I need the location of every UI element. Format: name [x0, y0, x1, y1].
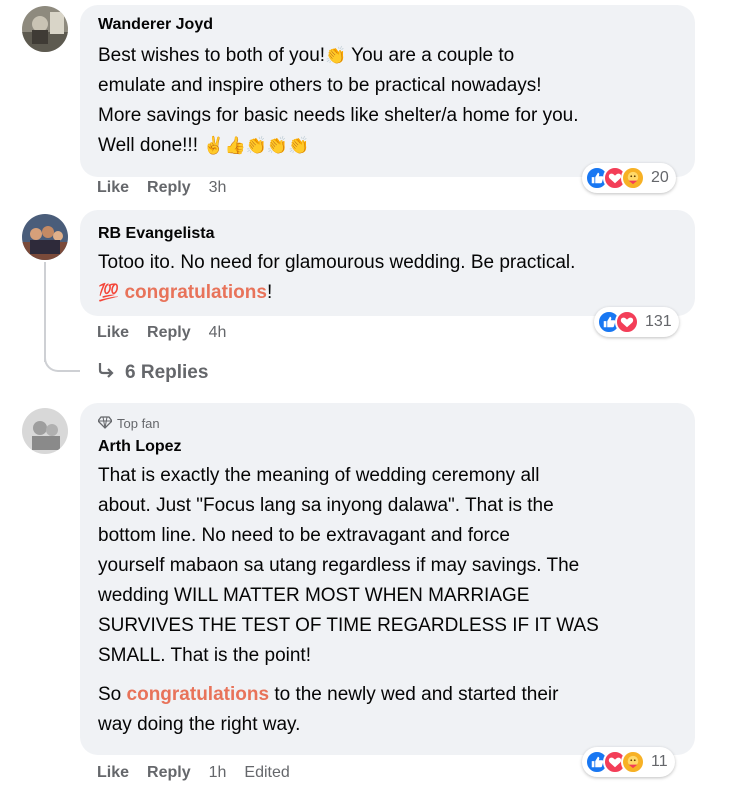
- thumbs-up-icon: 👍: [224, 136, 246, 156]
- victory-hand-icon: ✌: [203, 136, 225, 156]
- care-icon: [621, 166, 645, 190]
- comment-author[interactable]: Wanderer Joyd: [98, 15, 677, 35]
- reaction-summary[interactable]: 20: [582, 163, 676, 193]
- reply-button[interactable]: Reply: [147, 324, 191, 342]
- love-icon: [615, 310, 639, 334]
- view-replies-button[interactable]: 6 Replies: [97, 361, 208, 385]
- comment-timestamp[interactable]: 1h: [209, 764, 227, 782]
- reaction-summary[interactable]: 131: [594, 307, 679, 337]
- replies-count-label: 6 Replies: [125, 362, 209, 383]
- comment-text: That is exactly the meaning of wedding c…: [98, 465, 599, 735]
- avatar[interactable]: [22, 408, 68, 454]
- like-button[interactable]: Like: [97, 324, 129, 342]
- comment-bubble: RB Evangelista Totoo ito. No need for gl…: [80, 210, 695, 316]
- comment-actions: Like Reply 4h: [97, 324, 226, 342]
- reaction-count: 20: [651, 169, 669, 186]
- comment-text: Totoo ito. No need for glamourous weddin…: [98, 252, 576, 303]
- hundred-points-icon: 💯: [98, 283, 120, 303]
- clapping-hands-icon: 👏: [325, 46, 347, 66]
- comment-author[interactable]: Arth Lopez: [98, 437, 677, 457]
- top-fan-badge: Top fan: [97, 415, 677, 433]
- reaction-summary[interactable]: 11: [582, 747, 675, 777]
- diamond-icon: [97, 415, 113, 433]
- avatar[interactable]: [22, 6, 68, 52]
- comment-author[interactable]: RB Evangelista: [98, 224, 677, 244]
- highlighted-word: congratulations: [124, 282, 267, 303]
- reply-button[interactable]: Reply: [147, 764, 191, 782]
- edited-label: Edited: [244, 764, 290, 781]
- reply-button[interactable]: Reply: [147, 179, 191, 197]
- like-button[interactable]: Like: [97, 764, 129, 782]
- care-icon: [621, 750, 645, 774]
- reaction-count: 11: [651, 753, 668, 770]
- reaction-count: 131: [645, 313, 672, 330]
- comment-actions: Like Reply 3h: [97, 179, 226, 197]
- highlighted-word: congratulations: [126, 684, 270, 705]
- reply-arrow-icon: [97, 361, 115, 385]
- clapping-hands-icon: 👏👏👏: [245, 136, 310, 156]
- like-button[interactable]: Like: [97, 179, 129, 197]
- comment-actions: Like Reply 1h Edited: [97, 764, 290, 782]
- thread-connector: [44, 340, 80, 372]
- comment-timestamp[interactable]: 3h: [209, 179, 227, 197]
- comment-bubble: Top fan Arth Lopez That is exactly the m…: [80, 403, 695, 755]
- comment-text: Best wishes to both of you!👏 You are a c…: [98, 45, 579, 156]
- comment-bubble: Wanderer Joyd Best wishes to both of you…: [80, 5, 695, 177]
- avatar[interactable]: [22, 214, 68, 260]
- comment-timestamp[interactable]: 4h: [209, 324, 227, 342]
